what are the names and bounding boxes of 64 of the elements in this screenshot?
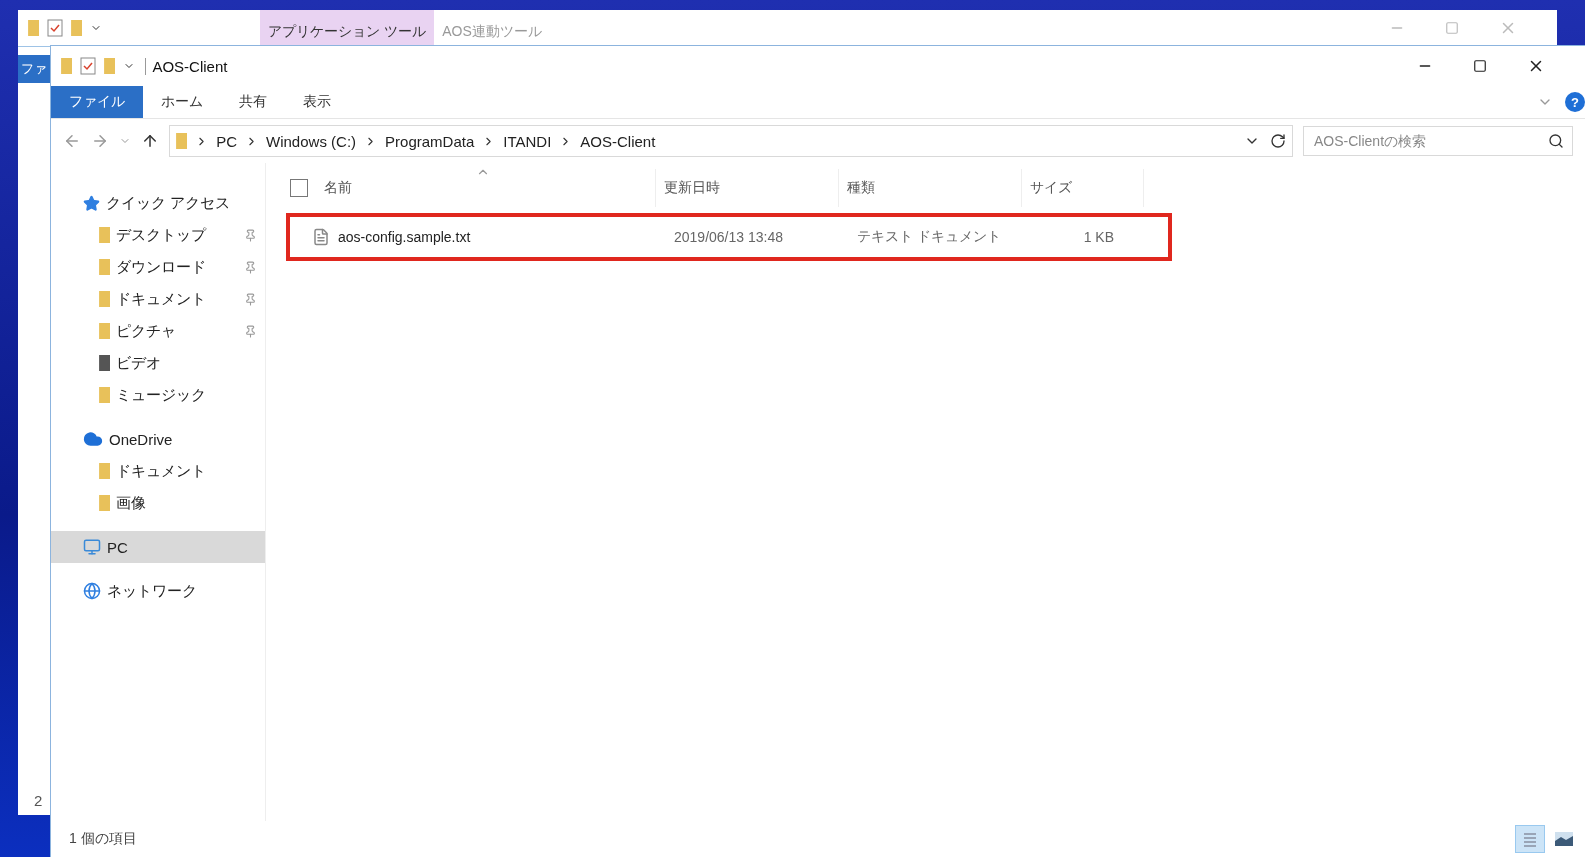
search-icon[interactable] <box>1548 133 1564 149</box>
nav-item[interactable]: クイック アクセス <box>51 187 265 219</box>
pin-icon[interactable] <box>244 324 257 338</box>
up-icon[interactable] <box>141 132 159 150</box>
back-icon[interactable] <box>63 132 81 150</box>
window-title: AOS-Client <box>145 57 228 75</box>
nav-item[interactable]: ドキュメント <box>51 283 265 315</box>
column-header[interactable]: 更新日時 <box>656 169 839 207</box>
text-file-icon <box>312 228 330 246</box>
nav-item[interactable]: デスクトップ <box>51 219 265 251</box>
ribbon-tab[interactable]: 表示 <box>285 86 349 118</box>
cloud-icon <box>83 429 103 449</box>
nav-item[interactable]: PC <box>51 531 265 563</box>
type-cell-text: テキスト ドキュメント <box>856 228 1002 246</box>
nav-item[interactable]: ネットワーク <box>51 575 265 607</box>
help-button[interactable]: ? <box>1565 92 1585 112</box>
network-icon <box>83 582 101 600</box>
forward-icon[interactable] <box>91 132 109 150</box>
column-header[interactable]: サイズ <box>1022 169 1144 207</box>
ribbon-tab[interactable]: ホーム <box>143 86 221 118</box>
refresh-icon[interactable] <box>1270 133 1286 149</box>
nav-item[interactable]: ミュージック <box>51 379 265 411</box>
ribbon-tab[interactable]: ファ <box>18 55 50 83</box>
status-text: 1 個の項目 <box>69 830 137 848</box>
folder-icon <box>104 58 116 74</box>
nav-item[interactable]: ピクチャ <box>51 315 265 347</box>
folder-icon <box>28 20 40 36</box>
nav-item[interactable]: ダウンロード <box>51 251 265 283</box>
breadcrumb-item[interactable]: Windows (C:) <box>266 132 357 150</box>
checkbox-document-icon[interactable] <box>80 57 97 75</box>
address-bar[interactable]: PC Windows (C:) ProgramData ITANDI AOS-Client <box>169 125 1293 157</box>
ribbon-tab[interactable]: ファイル <box>51 86 143 118</box>
pin-icon[interactable] <box>244 292 257 306</box>
folder-icon <box>176 133 188 149</box>
folder-icon <box>99 463 111 479</box>
breadcrumb-item[interactable]: AOS-Client <box>580 132 656 150</box>
ribbon-tab[interactable]: 共有 <box>221 86 285 118</box>
breadcrumb-item[interactable]: ITANDI <box>503 132 552 150</box>
column-header[interactable]: 種類 <box>839 169 1022 207</box>
folder-icon <box>71 20 83 36</box>
date-cell-text: 2019/06/13 13:48 <box>673 229 784 245</box>
size-cell-text: 1 KB <box>1082 229 1115 245</box>
folder-icon <box>99 495 111 511</box>
pin-icon[interactable] <box>244 228 257 242</box>
checkbox-document-icon[interactable] <box>47 19 64 37</box>
tool-tab[interactable]: アプリケーション ツール <box>260 10 435 46</box>
nav-item[interactable]: 画像 <box>51 487 265 519</box>
breadcrumb-item[interactable]: PC <box>216 132 238 150</box>
maximize-icon[interactable] <box>1473 59 1487 73</box>
nav-item[interactable]: ビデオ <box>51 347 265 379</box>
column-header[interactable]: 名前 <box>316 169 656 207</box>
landscape-icon <box>1555 832 1573 846</box>
folder-icon <box>61 58 73 74</box>
nav-item[interactable]: ドキュメント <box>51 455 265 487</box>
file-name[interactable]: aos-config.sample.txt <box>338 229 471 245</box>
star-icon <box>83 194 100 212</box>
number-label: 2 <box>33 792 44 809</box>
nav-item[interactable]: OneDrive <box>51 423 265 455</box>
breadcrumb-item[interactable]: ProgramData <box>385 132 475 150</box>
list-icon <box>1522 831 1538 847</box>
search-field[interactable]: AOS-Clientの検索 <box>1303 126 1573 156</box>
select-all-checkbox[interactable] <box>290 179 308 197</box>
computer-icon <box>83 538 101 556</box>
pin-icon[interactable] <box>244 260 257 274</box>
